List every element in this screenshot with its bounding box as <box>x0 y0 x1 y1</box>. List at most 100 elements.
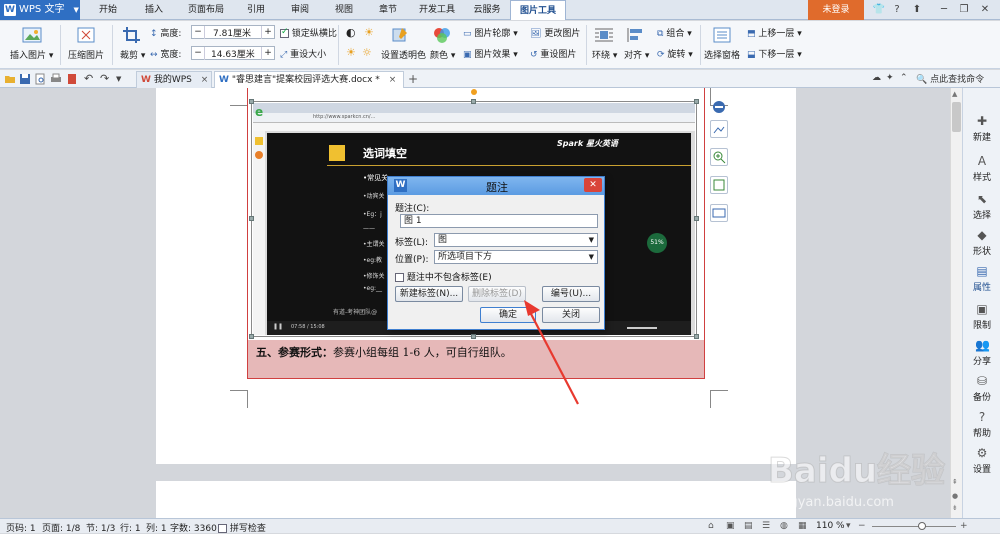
new-tab-icon[interactable]: + <box>408 73 420 85</box>
brightness-icon[interactable]: ☀ <box>364 26 374 39</box>
height-spinner[interactable]: − 7.81厘米 + <box>191 25 275 39</box>
close-icon[interactable]: × <box>201 75 209 85</box>
panel-shape[interactable]: ◆ 形状 <box>963 228 1000 257</box>
width-input[interactable]: 14.63厘米 <box>204 46 262 60</box>
height-input[interactable]: 7.81厘米 <box>204 25 262 39</box>
export-pdf-icon[interactable] <box>66 73 78 85</box>
status-words[interactable]: 字数: 3360 <box>170 521 217 534</box>
decrease-height-button[interactable]: − <box>192 27 204 37</box>
zoom-slider[interactable] <box>872 526 956 527</box>
label-select[interactable]: 图 ▼ <box>434 233 598 247</box>
login-button[interactable]: 未登录 <box>808 0 864 20</box>
crop-button[interactable]: 裁剪 ▾ <box>120 48 145 61</box>
contrast-icon[interactable]: ◐ <box>346 26 356 39</box>
send-backward-button[interactable]: ⬓ 下移一层 ▾ <box>747 47 802 61</box>
ok-button[interactable]: 确定 <box>480 307 536 323</box>
view-read-icon[interactable]: ▦ <box>798 521 807 531</box>
panel-properties[interactable]: ▤ 属性 <box>963 264 1000 293</box>
numbering-button[interactable]: 编号(U)... <box>542 286 600 302</box>
panel-style[interactable]: A 样式 <box>963 154 1000 183</box>
document-page-next[interactable] <box>156 481 796 518</box>
tab-review[interactable]: 审阅 <box>280 0 320 20</box>
panel-backup[interactable]: ⛁ 备份 <box>963 374 1000 403</box>
wrap-button[interactable]: 环绕 ▾ <box>592 48 617 61</box>
print-preview-icon[interactable] <box>34 73 46 85</box>
chevron-down-icon[interactable]: ▼ <box>116 73 128 85</box>
resize-handle[interactable] <box>249 216 254 221</box>
zoom-in-icon[interactable]: + <box>960 521 968 531</box>
view-web-icon[interactable]: ◍ <box>780 521 788 531</box>
width-spinner[interactable]: − 14.63厘米 + <box>191 46 275 60</box>
tab-my-wps[interactable]: W 我的WPS × <box>136 71 212 88</box>
tab-section[interactable]: 章节 <box>368 0 408 20</box>
tab-home[interactable]: 开始 <box>88 0 128 20</box>
scroll-thumb[interactable] <box>952 102 961 132</box>
resize-handle[interactable] <box>471 334 476 339</box>
next-page-icon[interactable]: ⇟ <box>952 504 958 512</box>
selection-pane-button[interactable]: 选择窗格 <box>704 48 740 61</box>
insert-picture-button[interactable]: 插入图片 ▾ <box>10 48 53 61</box>
frame-float-icon[interactable] <box>710 204 728 222</box>
rotate-button[interactable]: ⟳ 旋转 ▾ <box>657 47 693 61</box>
lock-ratio-checkbox[interactable]: 锁定纵横比 <box>280 26 337 39</box>
panel-restrict[interactable]: ▣ 限制 <box>963 302 1000 331</box>
prev-page-icon[interactable]: ⇞ <box>952 478 958 486</box>
spell-check-toggle[interactable]: 拼写检查 <box>218 521 266 534</box>
undo-icon[interactable]: ↶ <box>84 73 96 85</box>
zoom-in-icon[interactable] <box>710 148 728 166</box>
picture-float-icon[interactable] <box>710 176 728 194</box>
save-icon[interactable] <box>19 73 31 85</box>
close-icon[interactable]: × <box>389 75 397 85</box>
protect-icon[interactable]: ⌂ <box>708 521 714 531</box>
resize-handle[interactable] <box>249 334 254 339</box>
close-icon[interactable]: ✕ <box>976 2 994 18</box>
zoom-menu-icon[interactable]: ▾ <box>846 521 851 531</box>
upload-icon[interactable]: ⬆ <box>908 2 926 18</box>
minimize-tools-icon[interactable] <box>710 98 728 116</box>
delete-label-button[interactable]: 删除标签(D) <box>468 286 526 302</box>
bring-forward-button[interactable]: ⬒ 上移一层 ▾ <box>747 26 802 40</box>
open-folder-icon[interactable] <box>4 73 16 85</box>
brightness-up-icon[interactable]: ☀ <box>346 46 356 59</box>
browse-icon[interactable]: ● <box>952 492 958 500</box>
tab-references[interactable]: 引用 <box>236 0 276 20</box>
position-select[interactable]: 所选项目下方 ▼ <box>434 250 598 264</box>
compress-picture-button[interactable]: 压缩图片 <box>68 48 104 61</box>
close-button[interactable]: 关闭 <box>542 307 600 323</box>
dialog-close-button[interactable]: ✕ <box>584 178 602 192</box>
print-icon[interactable] <box>50 73 62 85</box>
tab-layout[interactable]: 页面布局 <box>180 0 232 20</box>
panel-select[interactable]: ⬉ 选择 <box>963 192 1000 221</box>
paragraph-text[interactable]: 五、参赛形式：参赛小组每组 1-6 人，可自行组队。 <box>256 344 512 360</box>
tab-view[interactable]: 视图 <box>324 0 364 20</box>
reset-size-button[interactable]: ⤢ 重设大小 <box>280 47 326 61</box>
skin-icon[interactable]: 👕 <box>870 2 888 18</box>
zoom-level[interactable]: 110 % <box>816 521 845 531</box>
picture-outline-button[interactable]: ▭ 图片轮廓 ▾ <box>463 26 518 40</box>
zoom-out-icon[interactable]: − <box>858 521 866 531</box>
increase-height-button[interactable]: + <box>262 27 274 37</box>
exclude-label-checkbox[interactable]: 题注中不包含标签(E) <box>395 270 492 283</box>
brightness-down-icon[interactable]: ☼ <box>362 46 372 59</box>
reset-picture-button[interactable]: ↺ 重设图片 <box>530 47 576 61</box>
set-transparent-button[interactable]: 设置透明色 <box>381 48 426 61</box>
group-button[interactable]: ⧉ 组合 ▾ <box>657 26 692 40</box>
tab-document[interactable]: W "睿思建言"提案校园评选大赛.docx * × <box>214 71 404 88</box>
resize-handle[interactable] <box>694 216 699 221</box>
align-button[interactable]: 对齐 ▾ <box>624 48 649 61</box>
expand-icon[interactable]: ⌃ <box>900 73 908 83</box>
color-button[interactable]: 颜色 ▾ <box>430 48 455 61</box>
resize-handle[interactable] <box>249 99 254 104</box>
panel-share[interactable]: 👥 分享 <box>963 338 1000 367</box>
resize-handle[interactable] <box>694 334 699 339</box>
tab-picture-tools[interactable]: 图片工具 <box>510 0 566 20</box>
tab-developer[interactable]: 开发工具 <box>412 0 462 20</box>
tab-insert[interactable]: 插入 <box>134 0 174 20</box>
increase-width-button[interactable]: + <box>262 48 274 58</box>
panel-help[interactable]: ? 帮助 <box>963 410 1000 439</box>
caption-input[interactable]: 图 1 <box>400 214 598 228</box>
change-picture-button[interactable]: 🖼 更改图片 <box>530 26 580 40</box>
search-command[interactable]: 🔍 点此查找命令 <box>916 72 984 85</box>
restore-icon[interactable]: ❐ <box>955 2 973 18</box>
decrease-width-button[interactable]: − <box>192 48 204 58</box>
